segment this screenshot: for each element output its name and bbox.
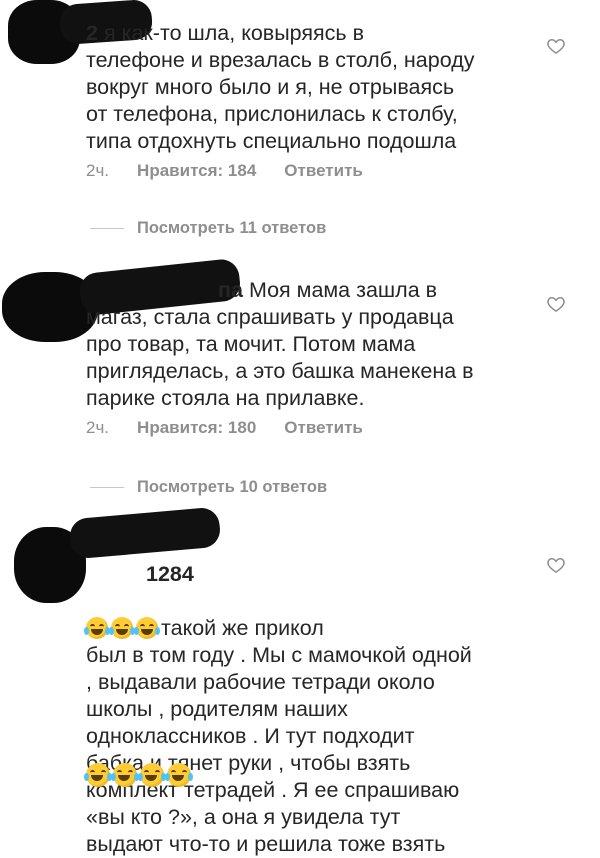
comment-text: 2 я как-то шла, ковыряясь в телефоне и в… (86, 21, 475, 153)
divider (90, 487, 124, 488)
username-fragment[interactable]: па (218, 278, 243, 302)
reply-button[interactable]: Ответить (284, 418, 363, 438)
comment-meta: 2ч. Нравится: 184 Ответить (86, 161, 363, 181)
comment-3: 1284 такой же прикол был в том году . Мы… (0, 505, 600, 856)
heart-outline-icon[interactable] (546, 294, 566, 314)
reply-button[interactable]: Ответить (284, 161, 363, 181)
tears-of-joy-emoji (138, 763, 166, 787)
username-fragment[interactable]: 1284 (146, 562, 194, 586)
comment-2: па Моя мама зашла в магаз, стала спрашив… (0, 252, 600, 502)
divider (90, 228, 124, 229)
heart-outline-icon[interactable] (546, 36, 566, 56)
likes-count[interactable]: Нравится: 184 (137, 161, 256, 181)
timestamp: 2ч. (86, 161, 110, 180)
view-replies-button[interactable]: Посмотреть 10 ответов (90, 478, 327, 497)
username-fragment[interactable]: 2 (86, 21, 98, 45)
view-replies-button[interactable]: Посмотреть 11 ответов (90, 219, 326, 238)
tears-of-joy-emoji (84, 617, 110, 639)
emoji-row-bottom (84, 763, 194, 788)
emoji-row (84, 588, 161, 642)
tears-of-joy-emoji (111, 763, 139, 787)
tears-of-joy-emoji (165, 763, 193, 787)
view-replies-label: Посмотреть 11 ответов (137, 219, 327, 237)
likes-count[interactable]: Нравится: 180 (137, 418, 256, 438)
tears-of-joy-emoji (134, 617, 160, 639)
comment-meta: 2ч. Нравится: 180 Ответить (86, 418, 363, 438)
tears-of-joy-emoji (84, 763, 112, 787)
heart-outline-icon[interactable] (546, 555, 566, 575)
comment-text: 1284 такой же прикол был в том году . Мы… (84, 562, 472, 856)
comment-text: па Моя мама зашла в магаз, стала спрашив… (86, 278, 474, 410)
comment-1: 2 я как-то шла, ковыряясь в телефоне и в… (0, 0, 600, 250)
tears-of-joy-emoji (109, 617, 135, 639)
view-replies-label: Посмотреть 10 ответов (137, 478, 328, 496)
timestamp: 2ч. (86, 418, 110, 437)
